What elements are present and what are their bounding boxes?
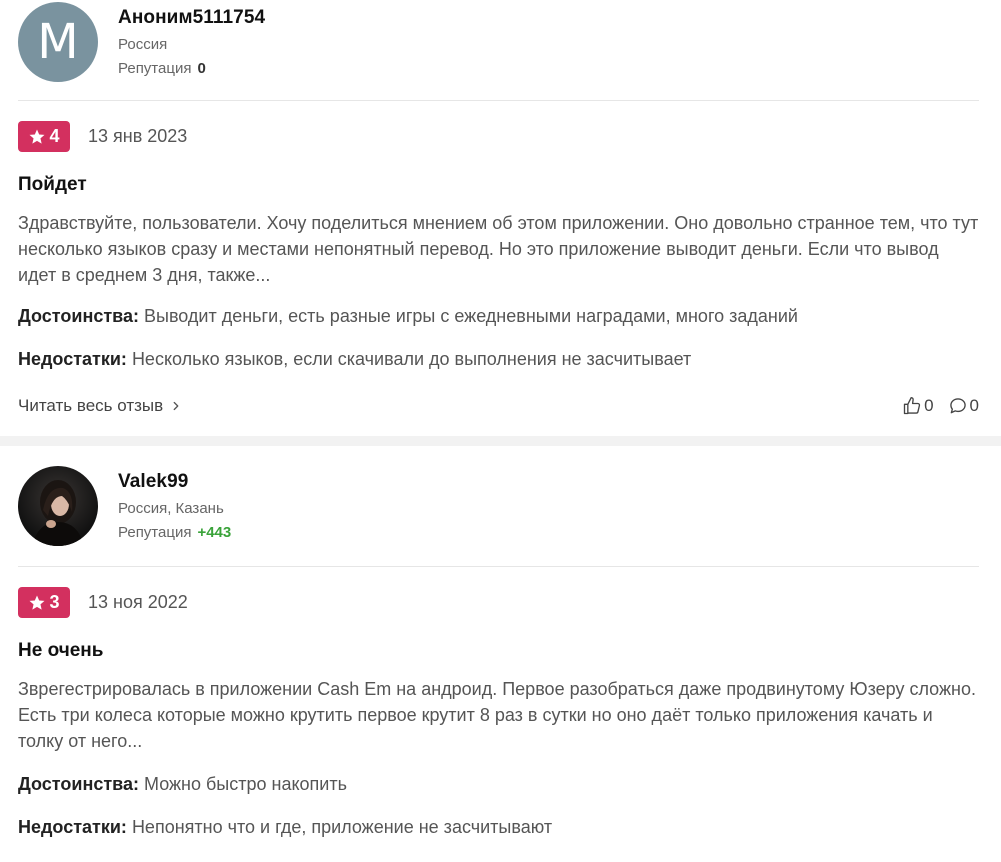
pros: Достоинства: Выводит деньги, есть разные… xyxy=(18,306,979,327)
review-card: M Аноним5111754 Россия Репутация 0 4 13 я… xyxy=(0,0,1001,446)
reputation-value: 0 xyxy=(197,60,206,77)
avatar[interactable]: M xyxy=(18,2,98,82)
pros-text: Выводит деньги, есть разные игры с ежедн… xyxy=(144,306,798,326)
cons-label: Недостатки: xyxy=(18,817,127,837)
cons-label: Недостатки: xyxy=(18,349,127,369)
comment-icon xyxy=(949,398,966,414)
reputation-label: Репутация xyxy=(118,60,192,77)
review-author: M Аноним5111754 Россия Репутация 0 xyxy=(18,0,979,82)
review-footer: Читать весь отзыв 0 0 xyxy=(18,392,979,420)
user-location: Россия, Казань xyxy=(118,500,224,517)
pros-label: Достоинства: xyxy=(18,306,139,326)
user-reputation: Репутация 0 xyxy=(118,57,265,81)
rating-value: 3 xyxy=(49,592,60,612)
reputation-value: +443 xyxy=(197,524,232,541)
pros-text: Можно быстро накопить xyxy=(144,774,347,794)
like-button[interactable]: 0 xyxy=(902,396,934,416)
rating-row: 4 13 янв 2023 xyxy=(18,121,979,152)
user-name[interactable]: Аноним5111754 xyxy=(118,7,265,29)
divider xyxy=(18,100,979,101)
likes-count: 0 xyxy=(924,396,934,415)
user-location: Россия xyxy=(118,36,168,53)
review-date: 13 янв 2023 xyxy=(88,126,188,146)
chevron-right-icon xyxy=(173,401,179,411)
read-more-link[interactable]: Читать весь отзыв xyxy=(18,396,183,416)
review-card: Valek99 Россия, Казань Репутация +443 3 1… xyxy=(0,446,1001,838)
rating-badge: 3 xyxy=(18,587,70,618)
review-title[interactable]: Пойдет xyxy=(18,174,979,196)
review-author: Valek99 Россия, Казань Репутация +443 xyxy=(18,446,979,546)
review-separator xyxy=(0,436,1001,446)
cons-text: Непонятно что и где, приложение не засчи… xyxy=(131,817,553,837)
cons: Недостатки: Несколько языков, если скачи… xyxy=(18,349,979,370)
review-text: Здравствуйте, пользователи. Хочу поделит… xyxy=(18,213,979,285)
pros: Достоинства: Можно быстро накопить xyxy=(18,774,979,795)
comments-count: 0 xyxy=(969,396,979,415)
review-date: 13 ноя 2022 xyxy=(88,592,188,612)
thumbs-up-icon xyxy=(903,397,921,415)
review-text: Зврегестрировалась в приложении Cash Em … xyxy=(18,679,976,751)
cons: Недостатки: Непонятно что и где, приложе… xyxy=(18,817,979,838)
user-name[interactable]: Valek99 xyxy=(118,471,231,493)
comments-button[interactable]: 0 xyxy=(948,396,979,416)
pros-label: Достоинства: xyxy=(18,774,139,794)
rating-value: 4 xyxy=(49,126,60,146)
review-actions: 0 0 xyxy=(888,396,979,416)
user-photo-icon xyxy=(32,480,84,546)
avatar[interactable] xyxy=(18,466,98,546)
star-icon xyxy=(29,595,45,610)
rating-row: 3 13 ноя 2022 xyxy=(18,587,979,618)
reputation-label: Репутация xyxy=(118,524,192,541)
rating-badge: 4 xyxy=(18,121,70,152)
divider xyxy=(18,566,979,567)
user-reputation: Репутация +443 xyxy=(118,521,231,545)
review-title[interactable]: Не очень xyxy=(18,640,979,662)
star-icon xyxy=(29,129,45,144)
read-more-label: Читать весь отзыв xyxy=(18,396,164,415)
cons-text: Несколько языков, если скачивали до выпо… xyxy=(131,349,692,369)
